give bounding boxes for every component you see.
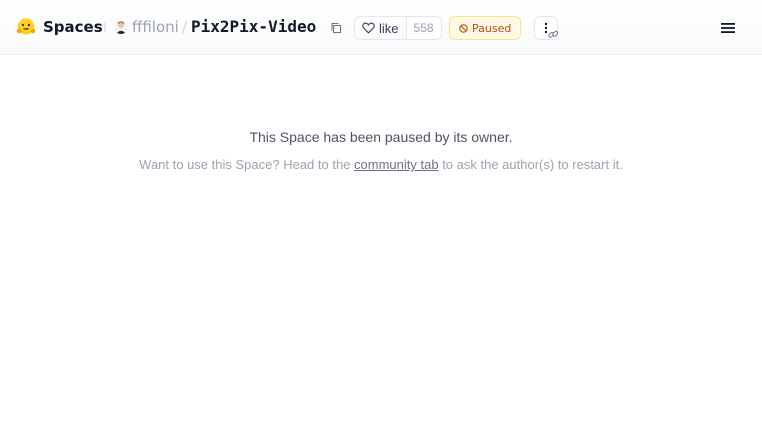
copy-icon[interactable] bbox=[330, 22, 342, 34]
help-text-after: to ask the author(s) to restart it. bbox=[438, 157, 623, 172]
spaces-label: Spaces bbox=[43, 18, 103, 36]
like-label: like bbox=[379, 20, 399, 36]
hugging-face-icon bbox=[16, 18, 36, 35]
help-text-before: Want to use this Space? Head to the bbox=[139, 157, 355, 172]
path-separator: / bbox=[182, 18, 188, 36]
hamburger-menu-button[interactable] bbox=[719, 19, 737, 37]
owner-avatar bbox=[114, 20, 128, 34]
community-tab-link[interactable]: community tab bbox=[354, 157, 439, 172]
spaces-home-link[interactable]: Spaces bbox=[16, 17, 103, 37]
top-header: Spaces fffiloni / Pix2Pix-Video like 558 bbox=[0, 0, 762, 55]
main-content: This Space has been paused by its owner.… bbox=[0, 55, 762, 432]
like-count[interactable]: 558 bbox=[405, 17, 441, 39]
hamburger-icon bbox=[721, 23, 735, 33]
owner-link[interactable]: fffiloni bbox=[114, 18, 179, 36]
heart-icon bbox=[362, 22, 375, 34]
paused-message: This Space has been paused by its owner. bbox=[249, 129, 513, 145]
status-badge: Paused bbox=[449, 16, 522, 40]
status-label: Paused bbox=[472, 21, 512, 35]
paused-icon bbox=[459, 23, 468, 33]
like-button[interactable]: like bbox=[355, 17, 406, 39]
repo-name[interactable]: Pix2Pix-Video bbox=[191, 17, 316, 36]
paused-help-text: Want to use this Space? Head to the comm… bbox=[0, 157, 762, 172]
link-icon bbox=[548, 30, 559, 38]
owner-name: fffiloni bbox=[132, 18, 179, 36]
like-group: like 558 bbox=[354, 16, 442, 40]
brand-divider bbox=[104, 22, 106, 32]
